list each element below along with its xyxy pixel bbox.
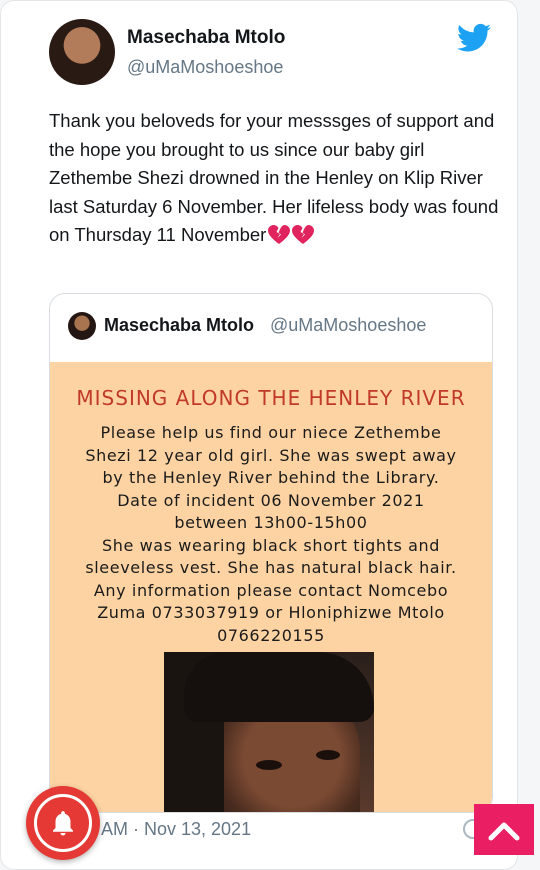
photo-eye — [256, 760, 282, 770]
poster-line: She was wearing black short tights and — [101, 535, 441, 555]
chevron-up-icon — [488, 822, 520, 840]
author-name[interactable]: Masechaba Mtolo — [127, 27, 285, 49]
child-photo — [164, 652, 374, 812]
twitter-bird-icon[interactable] — [457, 23, 491, 53]
tweet-card: Masechaba Mtolo @uMaMoshoeshoe Thank you… — [0, 0, 518, 870]
broken-heart-icon — [292, 225, 315, 244]
poster-title: MISSING ALONG THE HENLEY RIVER — [76, 386, 466, 410]
poster-line: by the Henley River behind the Library. — [102, 468, 440, 487]
missing-poster-image[interactable]: MISSING ALONG THE HENLEY RIVER Please he… — [50, 362, 492, 812]
quoted-tweet[interactable]: Masechaba Mtolo @uMaMoshoeshoe MISSING A… — [49, 293, 493, 813]
photo-hair — [184, 652, 374, 722]
poster-line: sleeveless vest. She has natural black h… — [85, 558, 457, 577]
scroll-to-top-button[interactable] — [474, 804, 534, 855]
broken-heart-icon — [268, 225, 291, 244]
poster-line: between 13h00-15h00 — [174, 513, 368, 532]
author-handle[interactable]: @uMaMoshoeshoe — [127, 57, 283, 78]
poster-line: Date of incident 06 November 2021 — [117, 490, 425, 510]
notification-bell-button[interactable] — [26, 786, 100, 860]
quoted-author-name: Masechaba Mtolo — [104, 315, 255, 335]
poster-line: Any information please contact Nomcebo — [93, 580, 449, 600]
tweet-body: Thank you beloveds for your messsges of … — [49, 107, 499, 250]
poster-line: 0766220155 — [217, 625, 325, 645]
bell-ring — [34, 794, 92, 852]
author-avatar[interactable] — [49, 19, 115, 85]
quoted-author-avatar — [68, 312, 96, 340]
poster-line: Shezi 12 year old girl. She was swept aw… — [85, 445, 457, 465]
poster-line: Zuma 0733037919 or Hloniphizwe Mtolo — [97, 603, 445, 622]
poster-body: Please help us find our niece Zethembe S… — [60, 422, 482, 647]
photo-eye — [316, 750, 340, 760]
poster-line: Please help us find our niece Zethembe — [100, 423, 442, 442]
tweet-timestamp[interactable]: AM · Nov 13, 2021 — [101, 819, 251, 840]
quoted-author-handle: @uMaMoshoeshoe — [270, 315, 427, 335]
bell-icon — [53, 811, 73, 836]
